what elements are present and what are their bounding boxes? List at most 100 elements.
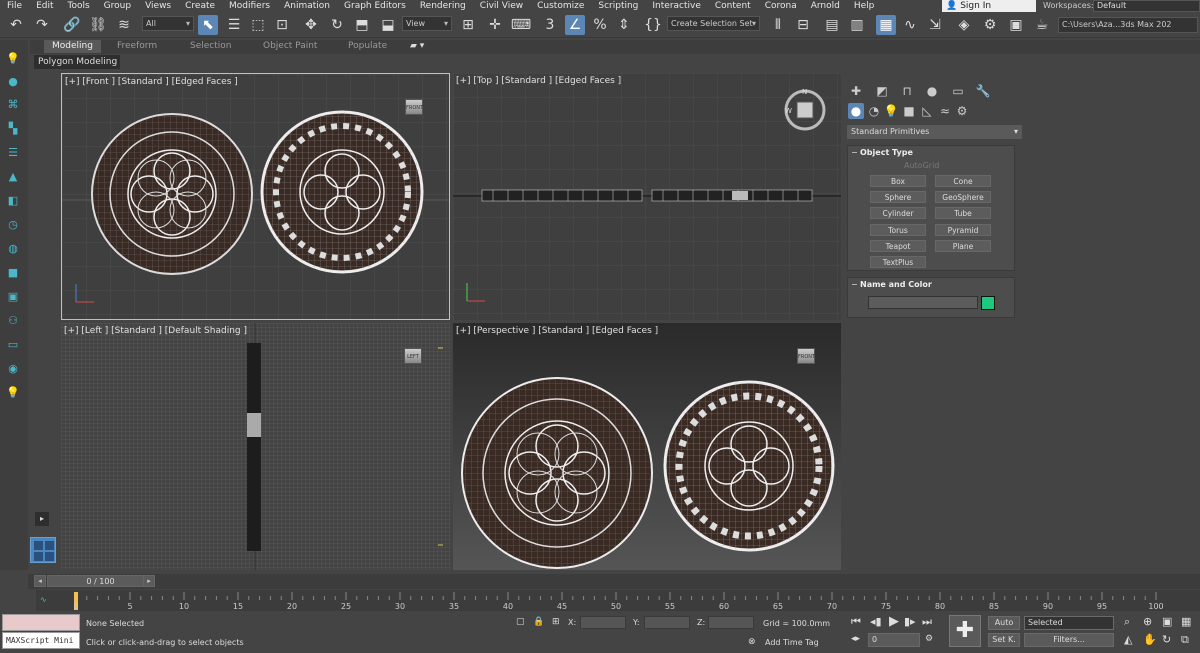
orbit-icon[interactable]: ↻	[1162, 633, 1171, 646]
isolate-selection-icon[interactable]: ▢	[516, 617, 525, 627]
percent-snap-icon[interactable]: %	[590, 15, 610, 35]
current-frame-field[interactable]: 0	[868, 633, 920, 647]
display-icon[interactable]: ▣	[5, 288, 21, 304]
x-coord-field[interactable]	[580, 616, 626, 629]
select-manipulate-icon[interactable]: ✛	[485, 15, 505, 35]
cylinder-button[interactable]: Cylinder	[870, 207, 926, 219]
mini-curve-editor-icon[interactable]: ∿	[40, 595, 47, 604]
y-coord-field[interactable]	[644, 616, 690, 629]
camera-icon[interactable]: ▭	[5, 336, 21, 352]
pivot-center-icon[interactable]: ⊞	[458, 15, 478, 35]
redo-icon[interactable]: ↷	[32, 15, 52, 35]
key-filters-button[interactable]: Filters...	[1024, 633, 1114, 647]
viewport-front-label[interactable]: [+] [Front ] [Standard ] [Edged Faces ]	[65, 77, 238, 87]
select-by-name-icon[interactable]: ☰	[224, 15, 244, 35]
menu-interactive[interactable]: Interactive	[645, 1, 707, 11]
unlink-icon[interactable]: ⛓	[88, 15, 108, 35]
menu-animation[interactable]: Animation	[277, 1, 337, 11]
shapes-icon[interactable]: ◔	[866, 103, 882, 119]
menu-civil-view[interactable]: Civil View	[473, 1, 530, 11]
systems-icon[interactable]: ⚙	[954, 103, 970, 119]
time-config-icon[interactable]: ⚙	[925, 634, 933, 644]
auto-key-button[interactable]: Auto	[988, 616, 1020, 630]
object-color-swatch[interactable]	[981, 296, 995, 310]
material-editor-icon[interactable]: ◈	[954, 15, 974, 35]
lights-icon[interactable]: 💡	[883, 103, 899, 119]
terrain-icon[interactable]: ▲	[5, 168, 21, 184]
menu-file[interactable]: File	[0, 1, 29, 11]
menu-views[interactable]: Views	[138, 1, 178, 11]
name-and-color-title[interactable]: Name and Color	[848, 278, 1014, 291]
window-crossing-icon[interactable]: ⊡	[272, 15, 292, 35]
maximize-viewport-icon[interactable]: ⧉	[1181, 633, 1189, 647]
pyramid-button[interactable]: Pyramid	[935, 224, 991, 236]
menu-corona[interactable]: Corona	[758, 1, 804, 11]
viewport-perspective-label[interactable]: [+] [Perspective ] [Standard ] [Edged Fa…	[456, 326, 658, 336]
tab-object-paint[interactable]: Object Paint	[263, 41, 317, 51]
zoom-all-icon[interactable]: ⊕	[1143, 615, 1152, 628]
ribbon-options-icon[interactable]: ▰ ▾	[410, 41, 424, 51]
project-path-field[interactable]: C:\Users\Aza...3ds Max 202	[1058, 17, 1198, 33]
keyboard-shortcut-override-icon[interactable]: ⌨	[511, 15, 531, 35]
play-icon[interactable]: ▶	[889, 614, 899, 629]
set-key-button[interactable]: Set K.	[988, 633, 1020, 647]
tube-button[interactable]: Tube	[935, 207, 991, 219]
menu-group[interactable]: Group	[97, 1, 138, 11]
menu-edit[interactable]: Edit	[29, 1, 60, 11]
light-icon[interactable]: 💡	[5, 384, 21, 400]
spinner-snap-icon[interactable]: ⇕	[614, 15, 634, 35]
viewcube-top-compass[interactable]: W N	[781, 86, 829, 134]
clock-icon[interactable]: ◷	[5, 216, 21, 232]
tab-modeling[interactable]: Modeling	[44, 40, 101, 53]
autogrid-checkbox[interactable]: AutoGrid	[904, 161, 939, 170]
add-time-tag[interactable]: Add Time Tag	[765, 638, 819, 647]
zoom-extents-icon[interactable]: ▣	[1162, 615, 1172, 628]
container-icon[interactable]: ◧	[5, 192, 21, 208]
teapot-button[interactable]: Teapot	[870, 240, 926, 252]
object-type-title[interactable]: Object Type	[848, 146, 1014, 159]
menu-arnold[interactable]: Arnold	[804, 1, 847, 11]
reference-coordinate-select[interactable]: View	[402, 16, 452, 31]
menu-scripting[interactable]: Scripting	[591, 1, 645, 11]
rectangular-selection-icon[interactable]: ⬚	[248, 15, 268, 35]
view-icon[interactable]: ◉	[5, 360, 21, 376]
modify-tab-icon[interactable]: ◩	[874, 83, 890, 99]
render-icon[interactable]: ◍	[5, 240, 21, 256]
box-button[interactable]: Box	[870, 175, 926, 187]
maxscript-mini-listener[interactable]: MAXScript Mini	[2, 632, 80, 649]
render-production-icon[interactable]: ☕	[1032, 15, 1052, 35]
menu-rendering[interactable]: Rendering	[413, 1, 473, 11]
menu-customize[interactable]: Customize	[530, 1, 591, 11]
maxscript-listener-output[interactable]	[2, 614, 80, 631]
menu-help[interactable]: Help	[847, 1, 882, 11]
viewcube-perspective[interactable]: FRONT	[797, 348, 815, 364]
tab-freeform[interactable]: Freeform	[117, 41, 157, 51]
menu-modifiers[interactable]: Modifiers	[222, 1, 277, 11]
align-icon[interactable]: ⊟	[793, 15, 813, 35]
layers-icon[interactable]: ▚	[5, 120, 21, 136]
prev-frame-icon[interactable]: ◂▮	[870, 615, 882, 628]
key-mode-icon[interactable]: ◂▸	[851, 634, 860, 644]
link-icon[interactable]: 🔗	[62, 15, 82, 35]
object-name-field[interactable]	[868, 296, 978, 309]
list-icon[interactable]: ☰	[5, 144, 21, 160]
layer-explorer-icon[interactable]: ▥	[847, 15, 867, 35]
viewport-top[interactable]: [+] [Top ] [Standard ] [Edged Faces ] W …	[453, 73, 841, 320]
workspace-select[interactable]: Default	[1093, 0, 1200, 12]
schematic-view-icon[interactable]: ⇲	[925, 15, 945, 35]
hierarchy-tab-icon[interactable]: ⊓	[899, 83, 915, 99]
box-icon[interactable]: ■	[5, 264, 21, 280]
helpers-icon[interactable]: ◺	[919, 103, 935, 119]
display-tab-icon[interactable]: ▭	[950, 83, 966, 99]
time-slider-knob[interactable]: 0 / 100	[47, 575, 154, 587]
rotate-icon[interactable]: ↻	[327, 15, 347, 35]
mirror-icon[interactable]: ⫴	[768, 15, 788, 35]
viewport-perspective[interactable]: [+] [Perspective ] [Standard ] [Edged Fa…	[453, 323, 841, 570]
viewport-top-label[interactable]: [+] [Top ] [Standard ] [Edged Faces ]	[456, 76, 621, 86]
toggle-ribbon-icon[interactable]: ▦	[876, 15, 896, 35]
torus-button[interactable]: Torus	[870, 224, 926, 236]
plane-button[interactable]: Plane	[935, 240, 991, 252]
spacewarps-icon[interactable]: ≈	[937, 103, 953, 119]
next-frame-icon[interactable]: ▮▸	[904, 615, 916, 628]
menu-tools[interactable]: Tools	[61, 1, 97, 11]
